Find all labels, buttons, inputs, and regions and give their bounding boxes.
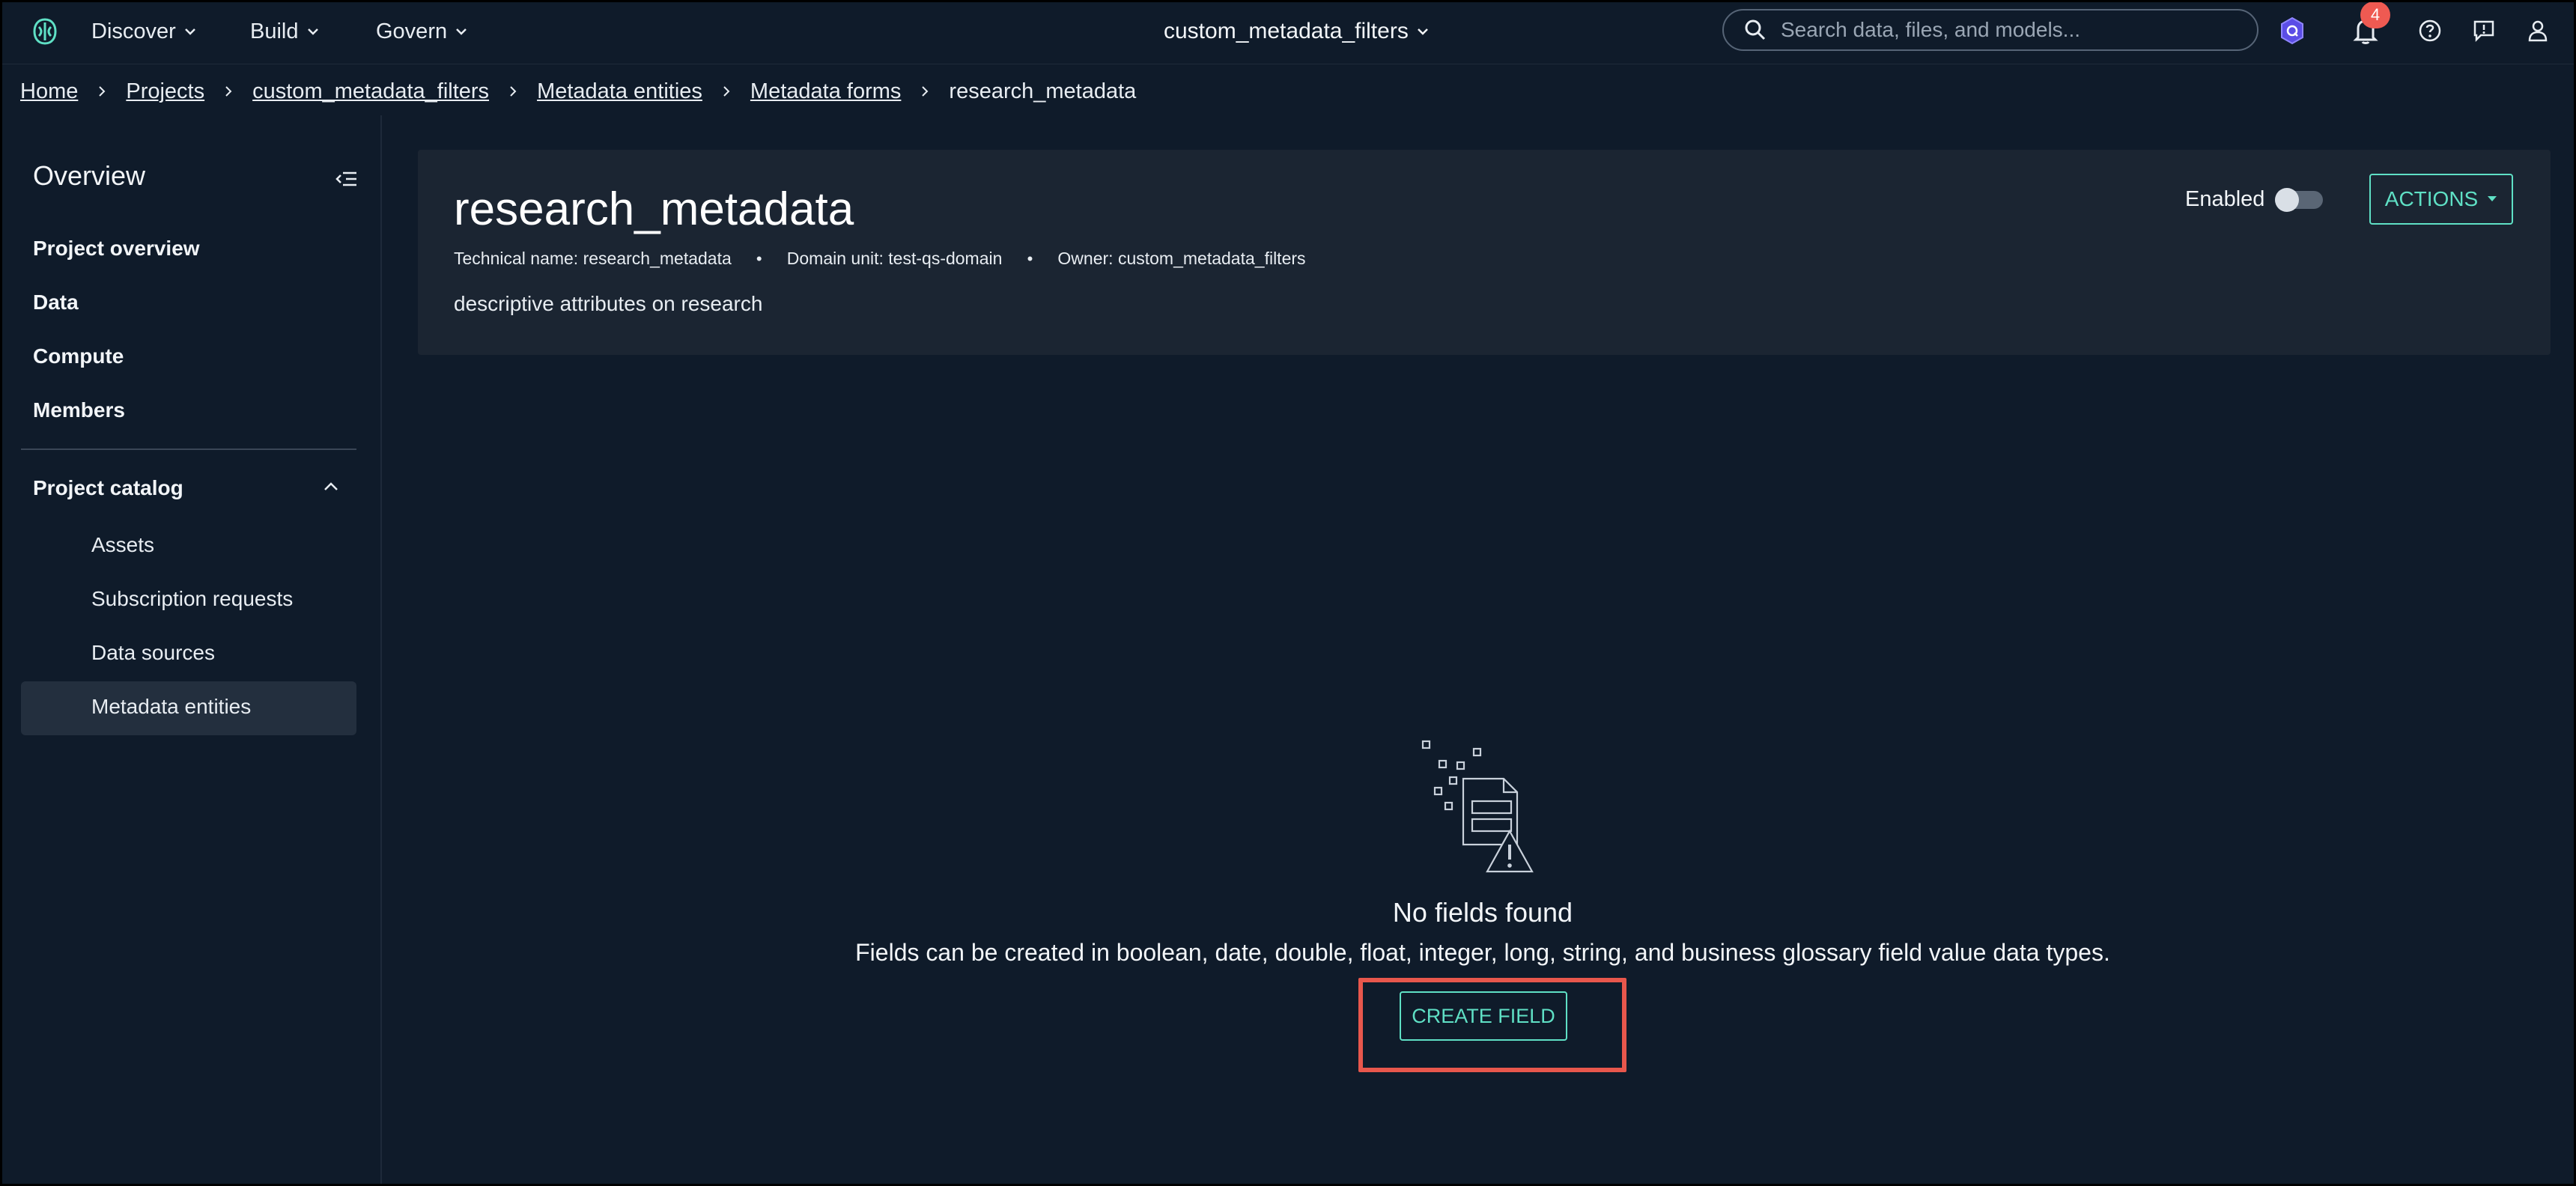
owner-value: custom_metadata_filters bbox=[1117, 249, 1306, 268]
breadcrumb-metadata-entities[interactable]: Metadata entities bbox=[537, 79, 702, 104]
chevron-down-icon bbox=[456, 28, 467, 35]
top-navigation: Discover Build Govern custom_metadata_fi… bbox=[0, 0, 2576, 64]
empty-state-description: Fields can be created in boolean, date, … bbox=[855, 939, 2110, 966]
separator-dot: • bbox=[1027, 249, 1033, 268]
empty-state-title: No fields found bbox=[1392, 897, 1573, 928]
chevron-right-icon bbox=[489, 85, 537, 97]
form-meta-line: Technical name: research_metadata • Doma… bbox=[454, 249, 1306, 269]
feedback-icon[interactable] bbox=[2467, 13, 2501, 48]
chevron-right-icon bbox=[204, 85, 252, 97]
domain-unit-value: test-qs-domain bbox=[888, 249, 1003, 268]
sidebar-item-subscription-requests[interactable]: Subscription requests bbox=[91, 587, 293, 611]
nav-build-label: Build bbox=[250, 19, 299, 43]
no-fields-illustration-icon bbox=[1421, 740, 1534, 873]
create-field-button[interactable]: CREATE FIELD bbox=[1400, 991, 1567, 1041]
search-bar[interactable] bbox=[1722, 9, 2258, 51]
sidebar-item-data[interactable]: Data bbox=[33, 291, 79, 314]
sidebar-item-compute[interactable]: Compute bbox=[33, 344, 124, 368]
nav-discover-menu[interactable]: Discover bbox=[91, 15, 197, 48]
sidebar-title: Overview bbox=[33, 160, 146, 191]
nav-govern-menu[interactable]: Govern bbox=[376, 15, 468, 48]
project-selector-label: custom_metadata_filters bbox=[1164, 19, 1409, 43]
chevron-up-icon[interactable] bbox=[321, 476, 341, 497]
separator-dot: • bbox=[756, 249, 762, 268]
project-selector[interactable]: custom_metadata_filters bbox=[1164, 15, 1430, 48]
app-logo-icon[interactable] bbox=[30, 16, 60, 46]
sidebar: Overview Project overview Data Compute M… bbox=[0, 115, 382, 1186]
breadcrumb-projects[interactable]: Projects bbox=[126, 79, 204, 104]
metadata-form-header: research_metadata Technical name: resear… bbox=[418, 150, 2551, 355]
breadcrumb-home[interactable]: Home bbox=[20, 79, 78, 104]
chevron-down-icon bbox=[1417, 28, 1428, 35]
chevron-right-icon bbox=[702, 85, 750, 97]
search-icon bbox=[1745, 19, 1766, 40]
breadcrumb: Home Projects custom_metadata_filters Me… bbox=[20, 75, 1136, 108]
sidebar-item-project-overview[interactable]: Project overview bbox=[33, 237, 200, 261]
caret-down-icon bbox=[2488, 196, 2497, 201]
technical-name-value: research_metadata bbox=[583, 249, 732, 268]
chevron-right-icon bbox=[901, 85, 949, 97]
domain-unit-label: Domain unit: bbox=[786, 249, 884, 268]
amazon-q-icon[interactable] bbox=[2275, 13, 2309, 48]
nav-govern-label: Govern bbox=[376, 19, 448, 43]
sidebar-item-assets[interactable]: Assets bbox=[91, 533, 154, 557]
user-profile-icon[interactable] bbox=[2521, 13, 2555, 48]
enabled-label: Enabled bbox=[2185, 187, 2265, 211]
owner-label: Owner: bbox=[1057, 249, 1114, 268]
collapse-sidebar-icon[interactable] bbox=[334, 166, 359, 192]
chevron-down-icon bbox=[307, 28, 318, 35]
sidebar-item-members[interactable]: Members bbox=[33, 398, 125, 422]
search-input[interactable] bbox=[1781, 18, 2230, 42]
page-title: research_metadata bbox=[454, 183, 854, 235]
enabled-toggle-group: Enabled bbox=[2185, 187, 2324, 212]
breadcrumb-project[interactable]: custom_metadata_filters bbox=[252, 79, 489, 104]
breadcrumb-current: research_metadata bbox=[949, 79, 1137, 103]
chevron-right-icon bbox=[78, 85, 126, 97]
technical-name-label: Technical name: bbox=[454, 249, 579, 268]
breadcrumb-metadata-forms[interactable]: Metadata forms bbox=[750, 79, 901, 104]
nav-build-menu[interactable]: Build bbox=[250, 15, 320, 48]
chevron-down-icon bbox=[184, 28, 195, 35]
notification-count-badge: 4 bbox=[2360, 1, 2390, 28]
help-icon[interactable] bbox=[2413, 13, 2447, 48]
form-description: descriptive attributes on research bbox=[454, 292, 763, 315]
sidebar-item-data-sources[interactable]: Data sources bbox=[91, 641, 215, 665]
sidebar-item-metadata-entities[interactable]: Metadata entities bbox=[91, 695, 251, 719]
sidebar-divider bbox=[21, 448, 356, 450]
actions-label: ACTIONS bbox=[2384, 187, 2479, 210]
actions-dropdown-button[interactable]: ACTIONS bbox=[2369, 174, 2513, 225]
sidebar-section-project-catalog[interactable]: Project catalog bbox=[33, 476, 183, 500]
enabled-toggle[interactable] bbox=[2275, 187, 2324, 212]
toggle-knob bbox=[2275, 187, 2300, 212]
nav-discover-label: Discover bbox=[91, 19, 176, 43]
